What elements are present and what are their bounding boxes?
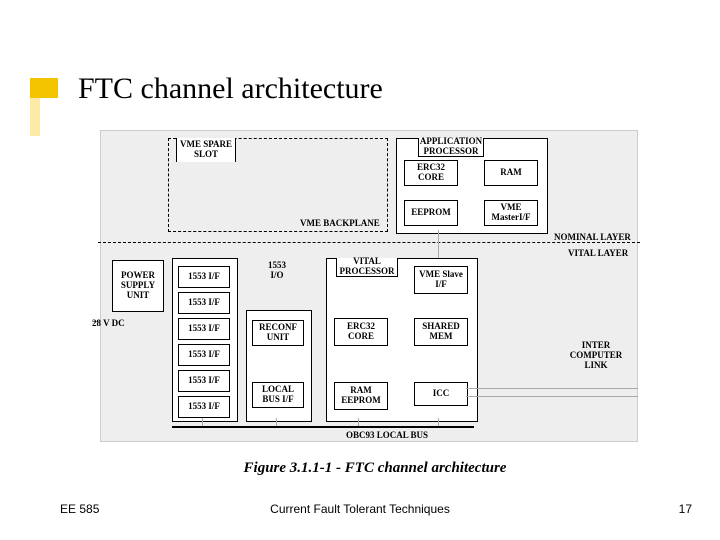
shared-mem: SHARED MEM	[414, 318, 468, 346]
icl-arrow-1	[466, 388, 638, 389]
figure-area: VME SPARE SLOT VME BACKPLANE APPLICATION…	[90, 120, 660, 485]
power-supply-unit: POWER SUPPLY UNIT	[112, 260, 164, 312]
vme-spare-label: VME SPARE SLOT	[176, 138, 236, 162]
icl-arrow-2	[466, 396, 638, 397]
stub-4	[438, 418, 439, 426]
footer-center: Current Fault Tolerant Techniques	[270, 502, 450, 516]
vital-layer-label: VITAL LAYER	[568, 248, 628, 258]
1553-if-5: 1553 I/F	[178, 370, 230, 392]
inter-computer-link-label: INTER COMPUTER LINK	[568, 340, 624, 370]
layer-divider	[98, 242, 640, 243]
slide-accent-tail	[30, 98, 40, 136]
erc32-vital: ERC32 CORE	[334, 318, 388, 346]
footer-left: EE 585	[60, 502, 99, 516]
stub-5	[438, 230, 439, 258]
vme-backplane-label: VME BACKPLANE	[300, 218, 380, 228]
obc-bus	[172, 426, 474, 428]
reconf-unit: RECONF UNIT	[252, 320, 304, 346]
ram-eeprom-vital: RAM EEPROM	[334, 382, 388, 410]
nominal-layer-label: NOMINAL LAYER	[554, 232, 631, 242]
application-processor-label: APPLICATION PROCESSOR	[418, 138, 484, 157]
icc-block: ICC	[414, 382, 468, 406]
slide-footer: EE 585 Current Fault Tolerant Techniques…	[0, 502, 720, 522]
1553-io-label: 1553 I/O	[262, 260, 292, 280]
1553-if-2: 1553 I/F	[178, 292, 230, 314]
stub-2	[276, 418, 277, 426]
vme-master-if: VME MasterI/F	[484, 200, 538, 226]
1553-if-6: 1553 I/F	[178, 396, 230, 418]
obc-bus-label: OBC93 LOCAL BUS	[346, 430, 428, 440]
1553-if-4: 1553 I/F	[178, 344, 230, 366]
erc32-nominal: ERC32 CORE	[404, 160, 458, 186]
figure-caption: Figure 3.1.1-1 - FTC channel architectur…	[90, 460, 660, 477]
local-bus-if: LOCAL BUS I/F	[252, 382, 304, 408]
ram-nominal: RAM	[484, 160, 538, 186]
stub-1	[202, 418, 203, 426]
vital-processor-label: VITAL PROCESSOR	[336, 258, 398, 277]
1553-if-3: 1553 I/F	[178, 318, 230, 340]
stub-3	[358, 418, 359, 426]
page-number: 17	[679, 502, 692, 516]
eeprom-nominal: EEPROM	[404, 200, 458, 226]
slide-title: FTC channel architecture	[78, 72, 383, 106]
1553-if-1: 1553 I/F	[178, 266, 230, 288]
vme-slave-if: VME Slave I/F	[414, 266, 468, 294]
slide-accent-block	[30, 78, 58, 98]
